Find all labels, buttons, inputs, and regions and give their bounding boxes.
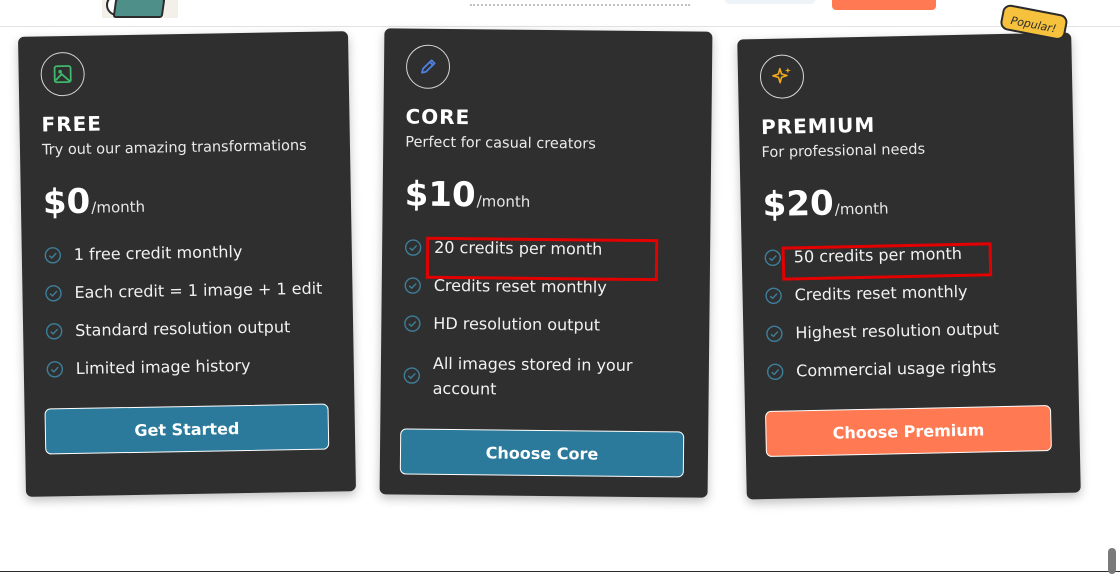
feature-text: All images stored in your account [432, 353, 633, 399]
plan-description: Try out our amazing transformations [41, 137, 307, 159]
price-row: $0 /month [43, 181, 146, 223]
plan-name: PREMIUM [760, 112, 876, 140]
get-started-button[interactable]: Get Started [44, 403, 330, 455]
scrollbar-thumb[interactable] [1108, 548, 1116, 574]
sparkles-icon [759, 54, 805, 100]
plan-description: Perfect for casual creators [405, 134, 596, 153]
check-circle-icon [403, 367, 421, 384]
pricing-card-core: CORE Perfect for casual creators $10 /mo… [379, 28, 713, 498]
feature-item: Credits reset monthly [764, 279, 1064, 307]
plan-name: CORE [405, 104, 471, 130]
check-circle-icon [404, 277, 421, 294]
feature-item: Limited image history [46, 353, 346, 380]
annotation-highlight-box [781, 242, 993, 281]
feature-text: HD resolution output [433, 313, 601, 335]
feature-item: All images stored in your account [403, 351, 704, 404]
check-circle-icon [404, 239, 422, 256]
check-circle-icon [765, 287, 782, 305]
check-circle-icon [404, 315, 421, 332]
header-cta-button[interactable] [832, 0, 936, 10]
check-circle-icon [766, 363, 784, 381]
check-circle-icon [764, 249, 781, 267]
price-row: $10 /month [404, 175, 530, 216]
feature-text: Standard resolution output [74, 317, 291, 340]
feature-text: Highest resolution output [795, 319, 1000, 343]
check-circle-icon [45, 285, 62, 302]
feature-text: 1 free credit monthly [73, 242, 243, 264]
nav-links-fragment [470, 0, 690, 6]
feature-text: Commercial usage rights [795, 357, 997, 381]
price-period: /month [476, 192, 531, 211]
check-circle-icon [46, 361, 64, 378]
header-pill-button[interactable] [724, 0, 816, 4]
plan-price: $10 [404, 174, 476, 216]
feature-item: Each credit = 1 image + 1 edit [44, 277, 344, 304]
feature-item: HD resolution output [403, 313, 703, 338]
feature-item: Highest resolution output [765, 317, 1065, 345]
price-row: $20 /month [762, 182, 889, 225]
feature-text: Each credit = 1 image + 1 edit [74, 278, 323, 302]
site-header [0, 0, 1120, 27]
check-circle-icon [766, 325, 783, 343]
plan-price: $0 [42, 181, 91, 223]
plan-price: $20 [762, 183, 835, 226]
plan-description: For professional needs [761, 141, 926, 162]
feature-text: Credits reset monthly [794, 281, 968, 305]
check-circle-icon [45, 323, 63, 340]
feature-item: Commercial usage rights [766, 355, 1066, 383]
logo[interactable] [102, 0, 178, 18]
choose-premium-button[interactable]: Choose Premium [765, 405, 1052, 458]
price-period: /month [91, 197, 146, 217]
pencil-icon [405, 44, 451, 89]
choose-core-button[interactable]: Choose Core [399, 428, 685, 478]
feature-list: 1 free credit monthly Each credit = 1 im… [44, 239, 347, 396]
plan-name: FREE [41, 111, 103, 137]
pricing-card-premium: Popular! PREMIUM For professional needs … [737, 3, 1081, 500]
page-divider [0, 571, 1120, 572]
feature-item: 1 free credit monthly [44, 239, 344, 266]
check-circle-icon [44, 247, 62, 264]
annotation-highlight-box [425, 236, 659, 282]
pricing-card-free: FREE Try out our amazing transformations… [18, 31, 356, 497]
logo-camera-shape [112, 0, 166, 18]
feature-text: Limited image history [75, 355, 251, 378]
image-icon [40, 51, 86, 97]
price-period: /month [834, 199, 889, 219]
feature-item: Standard resolution output [45, 315, 345, 342]
